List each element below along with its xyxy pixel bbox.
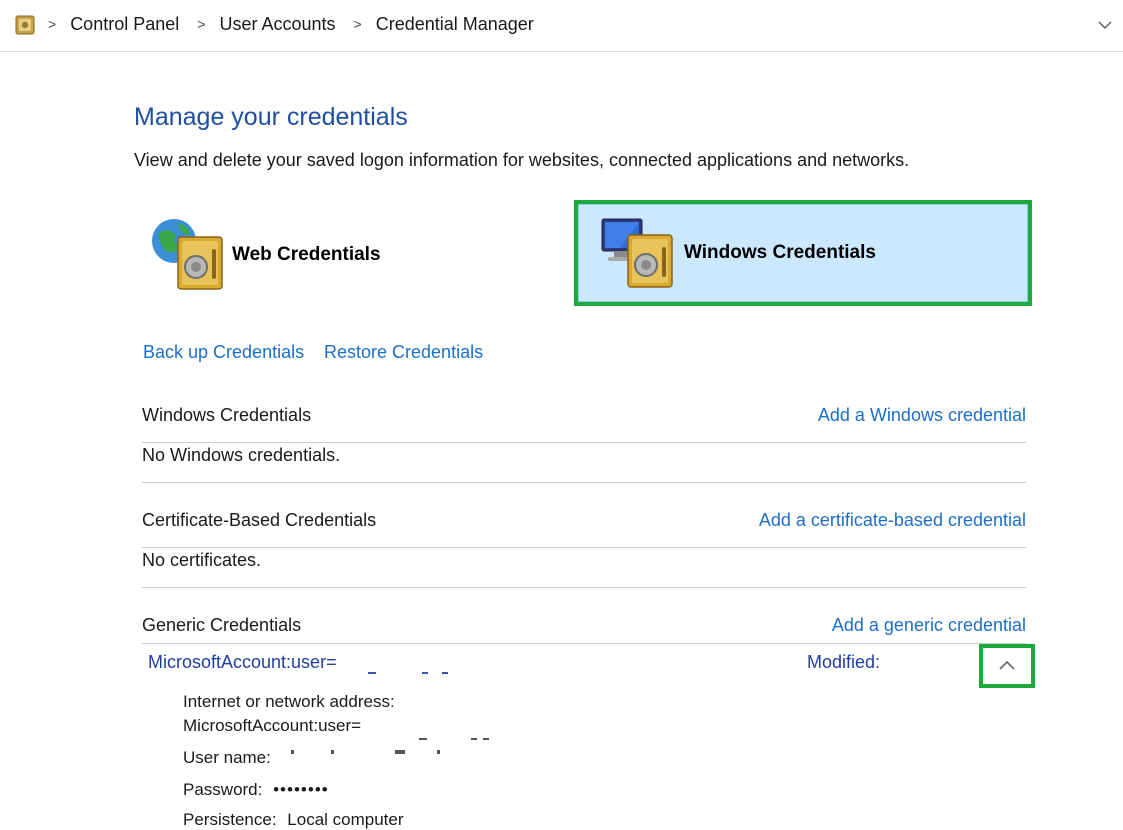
empty-message: No Windows credentials. (142, 445, 341, 465)
persistence-row: Persistence: Local computer (183, 810, 404, 830)
generic-credential-entry[interactable]: MicrosoftAccount:user= Modified: (142, 644, 1026, 684)
redacted-text (395, 750, 405, 754)
certificate-credentials-section-header: Certificate-Based Credentials Add a cert… (142, 508, 1026, 548)
redacted-text (331, 750, 334, 754)
password-label: Password: (183, 780, 263, 799)
windows-credentials-label: Windows Credentials (684, 242, 876, 263)
chevron-down-icon[interactable] (1097, 17, 1113, 33)
redacted-text (291, 750, 294, 754)
username-label: User name: (183, 748, 271, 767)
redacted-text (437, 750, 440, 754)
page-subtitle: View and delete your saved logon informa… (134, 150, 910, 170)
chevron-right-icon: > (197, 15, 206, 32)
restore-credentials-link[interactable]: Restore Credentials (324, 342, 483, 363)
address-label: Internet or network address: (183, 692, 395, 711)
section-title: Windows Credentials (142, 405, 312, 425)
add-certificate-credential-link[interactable]: Add a certificate-based credential (759, 510, 1026, 531)
persistence-label: Persistence: (183, 810, 277, 829)
add-windows-credential-link[interactable]: Add a Windows credential (818, 405, 1026, 426)
certificate-credentials-list: No certificates. (142, 548, 1026, 588)
windows-credentials-tile[interactable]: Windows Credentials (574, 200, 1032, 306)
persistence-value: Local computer (287, 810, 404, 829)
password-value: •••••••• (273, 780, 329, 799)
breadcrumb-control-panel[interactable]: Control Panel (70, 14, 179, 35)
generic-credentials-section-header: Generic Credentials Add a generic creden… (142, 613, 1026, 644)
web-credentials-tile[interactable]: Web Credentials (148, 210, 548, 300)
address-value: MicrosoftAccount:user= (183, 716, 362, 735)
page-title: Manage your credentials (134, 103, 408, 131)
credential-name: MicrosoftAccount:user= (148, 652, 337, 672)
collapse-button[interactable] (979, 644, 1035, 688)
windows-credentials-list: No Windows credentials. (142, 443, 1026, 483)
password-row: Password: •••••••• (183, 780, 329, 800)
address-bar: > Control Panel > User Accounts > Creden… (0, 0, 1123, 52)
back-up-credentials-link[interactable]: Back up Credentials (143, 342, 304, 363)
empty-message: No certificates. (142, 550, 262, 570)
add-generic-credential-link[interactable]: Add a generic credential (832, 615, 1026, 636)
chevron-right-icon: > (353, 15, 362, 32)
breadcrumb-credential-manager[interactable]: Credential Manager (376, 14, 534, 35)
redacted-text (368, 672, 376, 674)
redacted-text (483, 738, 489, 740)
redacted-text (422, 672, 428, 674)
chevron-up-icon (999, 660, 1015, 670)
redacted-text (419, 738, 427, 740)
windows-credentials-section-header: Windows Credentials Add a Windows creden… (142, 403, 1026, 443)
redacted-text (471, 738, 477, 740)
breadcrumb-user-accounts[interactable]: User Accounts (219, 14, 335, 35)
control-panel-icon (15, 15, 35, 35)
section-title: Certificate-Based Credentials (142, 510, 377, 530)
web-credentials-vault-icon (152, 219, 223, 290)
modified-label: Modified: (807, 652, 881, 672)
web-credentials-label: Web Credentials (232, 244, 381, 265)
windows-credentials-vault-icon (601, 218, 673, 288)
chevron-right-icon: > (48, 15, 57, 32)
section-title: Generic Credentials (142, 615, 302, 635)
redacted-text (442, 672, 448, 674)
breadcrumb: > Control Panel > User Accounts > Creden… (46, 14, 550, 35)
